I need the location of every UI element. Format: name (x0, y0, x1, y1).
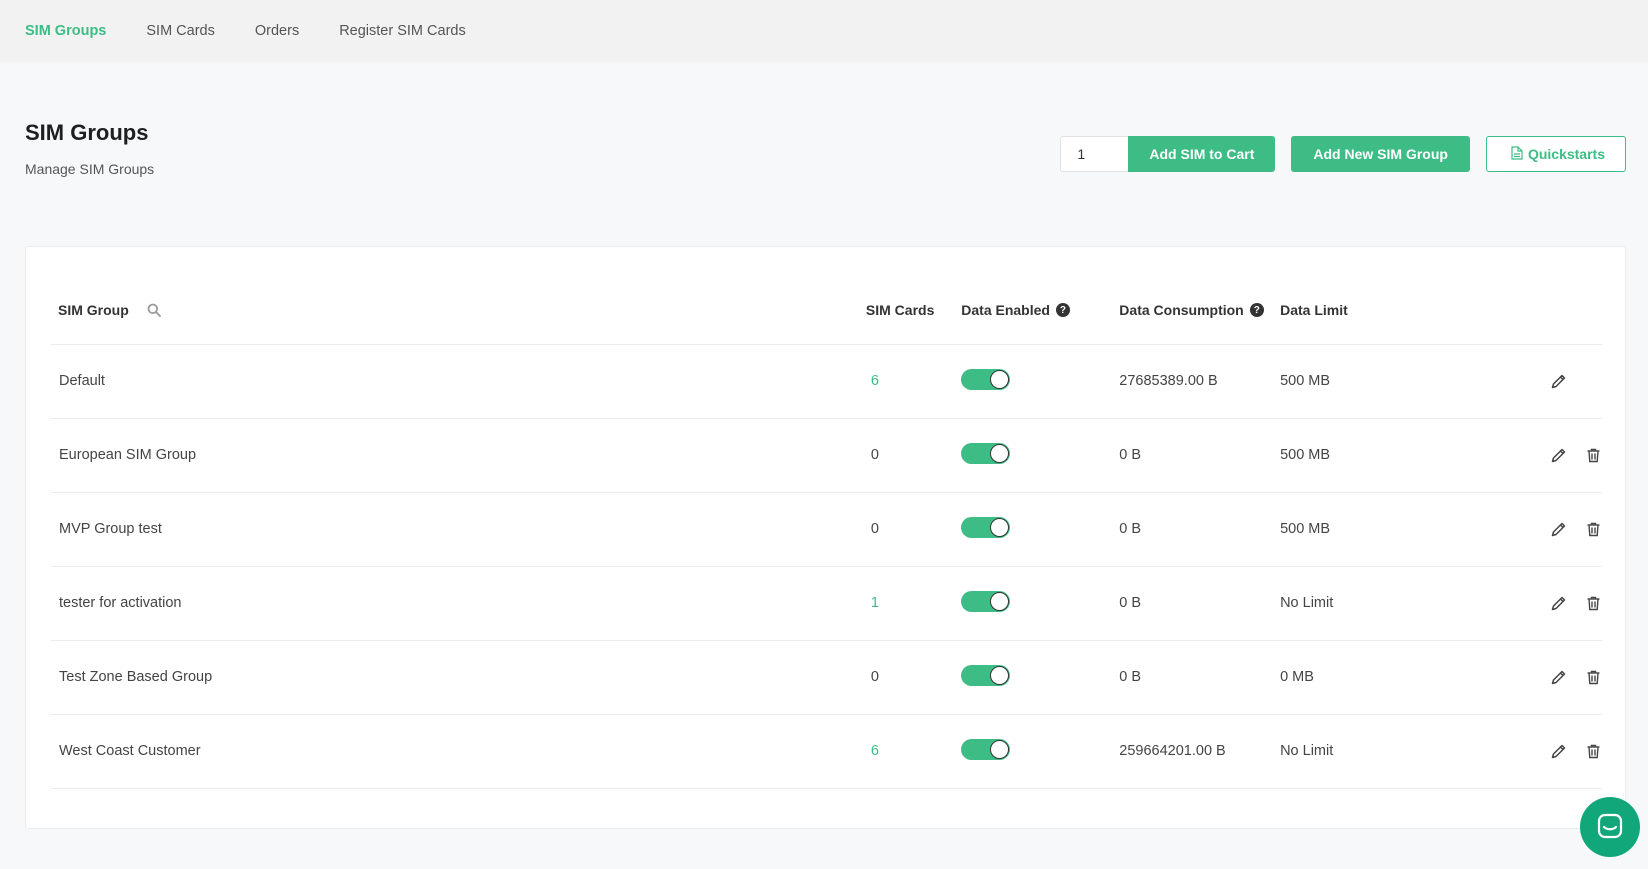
table-row: Default 6 27685389.00 B 500 MB (51, 344, 1602, 419)
col-data-enabled-label: Data Enabled (961, 302, 1050, 319)
table-row: European SIM Group 0 0 B 500 MB (51, 418, 1602, 493)
data-enabled-toggle[interactable] (961, 368, 1011, 390)
toggle-knob (990, 665, 1010, 685)
data-limit-value: 500 MB (1280, 418, 1435, 493)
sim-cards-count[interactable]: 6 (865, 714, 962, 789)
data-consumption-value: 0 B (1119, 566, 1281, 641)
edit-pencil-icon[interactable] (1550, 743, 1567, 760)
sim-group-name[interactable]: West Coast Customer (51, 714, 866, 789)
sim-group-name[interactable]: Default (51, 344, 866, 419)
sim-groups-table: SIM Group SIM Cards Data Enabled ? Data … (51, 277, 1602, 789)
delete-trash-icon[interactable] (1585, 595, 1602, 612)
toggle-knob (990, 369, 1010, 389)
page-title: SIM Groups (25, 120, 149, 145)
data-limit-value: No Limit (1280, 566, 1435, 641)
nav-sim-cards[interactable]: SIM Cards (146, 23, 215, 39)
sim-cards-count: 0 (865, 640, 962, 715)
table-row: MVP Group test 0 0 B 500 MB (51, 492, 1602, 567)
data-limit-value: 500 MB (1280, 492, 1435, 567)
data-limit-value: 0 MB (1280, 640, 1435, 715)
data-consumption-value: 0 B (1119, 418, 1281, 493)
toggle-knob (990, 517, 1010, 537)
col-data-limit: Data Limit (1280, 277, 1435, 345)
sim-cards-count: 0 (865, 492, 962, 567)
toggle-knob (990, 443, 1010, 463)
col-sim-cards: SIM Cards (865, 277, 962, 345)
nav-register-sim-cards[interactable]: Register SIM Cards (339, 23, 466, 39)
table-row: Test Zone Based Group 0 0 B0 MB (51, 640, 1602, 715)
sim-group-name[interactable]: Test Zone Based Group (51, 640, 866, 715)
edit-pencil-icon[interactable] (1550, 373, 1567, 390)
sim-group-name[interactable]: European SIM Group (51, 418, 866, 493)
col-data-enabled: Data Enabled ? (961, 277, 1120, 345)
sim-cards-count: 0 (865, 418, 962, 493)
data-limit-value: 500 MB (1280, 344, 1435, 419)
header-actions: Add SIM to Cart Add New SIM Group Quicks… (1060, 136, 1626, 172)
edit-pencil-icon[interactable] (1550, 669, 1567, 686)
data-consumption-value: 27685389.00 B (1119, 344, 1281, 419)
nav-orders[interactable]: Orders (255, 23, 299, 39)
table-row: West Coast Customer 6 259664201.00 B No Lim… (51, 714, 1602, 789)
chat-launcher[interactable] (1580, 797, 1640, 857)
edit-pencil-icon[interactable] (1550, 447, 1567, 464)
page-header: SIM Groups Manage SIM Groups (25, 120, 154, 177)
delete-trash-icon[interactable] (1585, 447, 1602, 464)
sim-cards-count[interactable]: 6 (865, 344, 962, 419)
col-actions (1435, 277, 1602, 345)
col-sim-group: SIM Group (51, 277, 866, 345)
col-sim-group-label: SIM Group (58, 302, 129, 319)
top-nav: SIM Groups SIM Cards Orders Register SIM… (0, 0, 1648, 62)
quantity-input[interactable] (1060, 136, 1129, 172)
delete-trash-icon[interactable] (1585, 669, 1602, 686)
search-icon[interactable] (147, 303, 161, 318)
sim-group-name[interactable]: tester for activation (51, 566, 866, 641)
help-icon[interactable]: ? (1055, 303, 1070, 318)
col-data-consumption-label: Data Consumption (1119, 302, 1244, 319)
delete-trash-icon[interactable] (1585, 521, 1602, 538)
data-consumption-value: 259664201.00 B (1119, 714, 1281, 789)
col-data-consumption: Data Consumption ? (1119, 277, 1281, 345)
data-limit-value: No Limit (1280, 714, 1435, 789)
table-row: tester for activation 1 0 B No Limit (51, 566, 1602, 641)
delete-trash-icon[interactable] (1585, 743, 1602, 760)
data-consumption-value: 0 B (1119, 640, 1281, 715)
help-icon[interactable]: ? (1249, 303, 1264, 318)
chat-icon (1597, 813, 1623, 839)
toggle-knob (990, 591, 1010, 611)
data-enabled-toggle[interactable] (961, 516, 1011, 538)
data-enabled-toggle[interactable] (961, 590, 1011, 612)
table-header-row: SIM Group SIM Cards Data Enabled ? Data … (51, 277, 1602, 345)
nav-sim-groups[interactable]: SIM Groups (25, 23, 106, 39)
add-sim-to-cart-button[interactable]: Add SIM to Cart (1128, 136, 1276, 172)
page-subtitle: Manage SIM Groups (25, 161, 155, 177)
data-consumption-value: 0 B (1119, 492, 1281, 567)
sim-groups-card: SIM Group SIM Cards Data Enabled ? Data … (25, 246, 1626, 829)
document-icon (1511, 145, 1523, 163)
edit-pencil-icon[interactable] (1550, 521, 1567, 538)
quickstarts-label: Quickstarts (1527, 146, 1605, 162)
data-enabled-toggle[interactable] (961, 738, 1011, 760)
toggle-knob (990, 739, 1010, 759)
edit-pencil-icon[interactable] (1550, 595, 1567, 612)
sim-cards-count[interactable]: 1 (865, 566, 962, 641)
quickstarts-button[interactable]: Quickstarts (1485, 136, 1626, 172)
sim-group-name[interactable]: MVP Group test (51, 492, 866, 567)
data-enabled-toggle[interactable] (961, 664, 1011, 686)
data-enabled-toggle[interactable] (961, 442, 1011, 464)
add-new-sim-group-button[interactable]: Add New SIM Group (1291, 136, 1470, 172)
